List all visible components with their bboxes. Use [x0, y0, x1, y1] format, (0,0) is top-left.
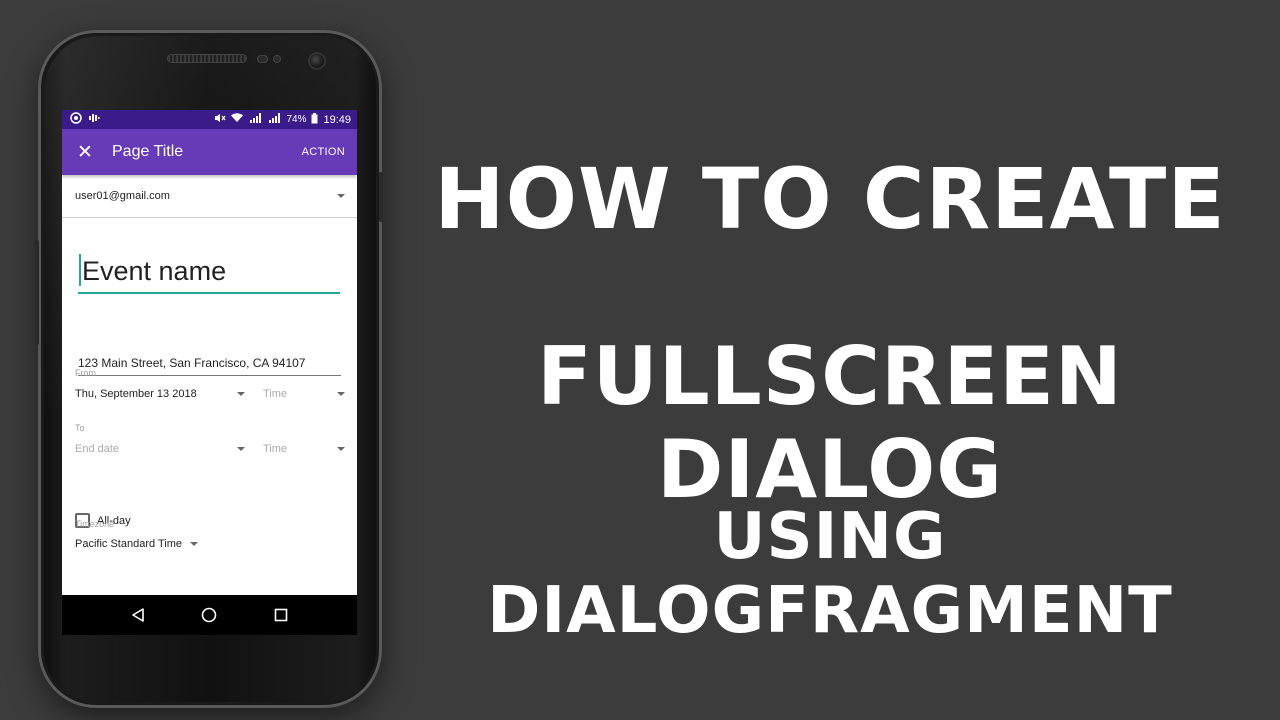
- signal-icon: [248, 113, 262, 126]
- front-camera: [310, 54, 324, 68]
- volume-button[interactable]: [35, 240, 39, 345]
- from-label: From: [75, 368, 96, 378]
- timezone-dropdown[interactable]: Pacific Standard Time: [75, 538, 205, 550]
- event-name-placeholder: Event name: [82, 256, 227, 286]
- event-name-input[interactable]: Event name: [78, 248, 340, 294]
- to-time-value: Time: [263, 443, 288, 455]
- mute-icon: [214, 113, 226, 126]
- status-bar-left: [70, 112, 100, 127]
- dropdown-caret-icon: [190, 542, 198, 546]
- phone-screen: 74% 19:49 ✕ Page Title ACTION user01@gma…: [62, 110, 357, 634]
- headline-line-3: USING DIALOGFRAGMENT: [487, 500, 1173, 648]
- to-label: To: [75, 423, 85, 433]
- headline-line-2: FULLSCREEN DIALOG: [537, 330, 1123, 516]
- from-date-value: Thu, September 13 2018: [75, 388, 197, 400]
- navigation-bar: [62, 595, 357, 635]
- earpiece-speaker: [168, 55, 246, 62]
- action-button[interactable]: ACTION: [302, 146, 345, 158]
- signal-icon-2: [267, 113, 281, 126]
- power-button[interactable]: [379, 172, 383, 222]
- status-bar-right: 74% 19:49: [214, 112, 351, 127]
- headline-line-1: HOW TO CREATE: [434, 150, 1226, 248]
- aperture-icon: [70, 112, 82, 127]
- wifi-icon: [231, 113, 244, 126]
- home-icon[interactable]: [199, 605, 219, 625]
- dropdown-caret-icon: [337, 392, 345, 396]
- from-date-dropdown[interactable]: Thu, September 13 2018: [75, 388, 245, 400]
- account-selector[interactable]: user01@gmail.com: [62, 175, 357, 218]
- clock: 19:49: [323, 113, 351, 126]
- voicemail-icon: [88, 113, 100, 126]
- dropdown-caret-icon: [337, 194, 345, 198]
- recents-icon[interactable]: [271, 605, 291, 625]
- app-toolbar: ✕ Page Title ACTION: [62, 129, 357, 175]
- status-bar: 74% 19:49: [62, 110, 357, 129]
- dropdown-caret-icon: [237, 447, 245, 451]
- from-time-dropdown[interactable]: Time: [263, 388, 345, 400]
- timezone-label: Timezone: [75, 519, 115, 529]
- battery-percent: 74%: [286, 113, 307, 125]
- account-email: user01@gmail.com: [75, 190, 170, 202]
- to-date-value: End date: [75, 443, 120, 455]
- light-sensor: [274, 56, 280, 62]
- to-time-dropdown[interactable]: Time: [263, 443, 345, 455]
- dropdown-caret-icon: [337, 447, 345, 451]
- address-input[interactable]: 123 Main Street, San Francisco, CA 94107: [78, 356, 341, 376]
- to-date-dropdown[interactable]: End date: [75, 443, 245, 455]
- page-title: Page Title: [112, 143, 184, 160]
- close-icon[interactable]: ✕: [76, 141, 94, 164]
- dropdown-caret-icon: [237, 392, 245, 396]
- from-time-value: Time: [263, 388, 288, 400]
- text-cursor: [79, 254, 81, 286]
- timezone-value: Pacific Standard Time: [75, 538, 182, 550]
- back-icon[interactable]: [128, 605, 148, 625]
- proximity-sensor: [258, 56, 267, 62]
- battery-icon: [311, 112, 318, 127]
